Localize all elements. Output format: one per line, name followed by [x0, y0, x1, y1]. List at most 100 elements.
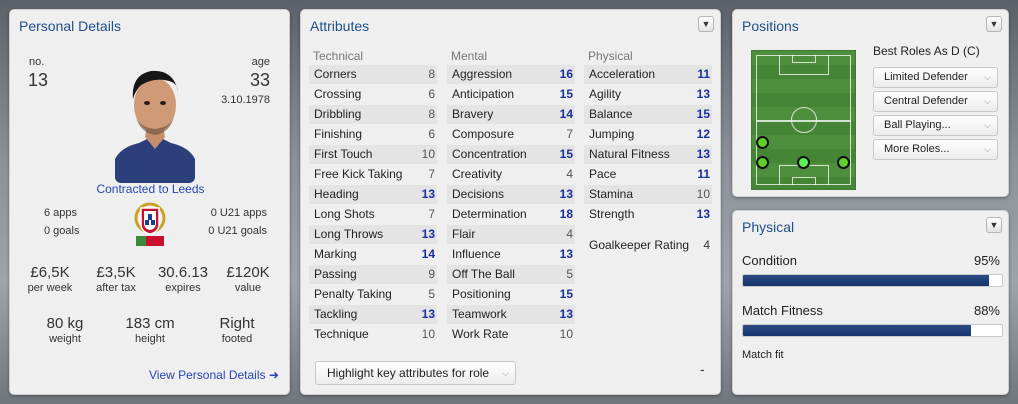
positions-menu-button[interactable]: ▼ — [986, 16, 1002, 32]
apps-count: 6 apps — [44, 207, 78, 219]
attribute-row[interactable]: Long Shots 7 — [309, 205, 437, 224]
attribute-row[interactable]: Concentration 15 — [447, 145, 575, 164]
attribute-name: Determination — [452, 207, 527, 221]
condition-percent: 95% — [973, 253, 1000, 268]
attribute-value: 18 — [559, 207, 573, 221]
role-limited-defender-button[interactable]: Limited Defender ⌵ — [873, 67, 998, 88]
attributes-menu-button[interactable]: ▼ — [698, 16, 714, 32]
attribute-name: Teamwork — [452, 307, 507, 321]
attribute-value: 4 — [566, 227, 573, 241]
attribute-name: Concentration — [452, 147, 527, 161]
attribute-value: 6 — [428, 87, 435, 101]
attribute-row[interactable]: Composure 7 — [447, 125, 575, 144]
attribute-row[interactable]: Creativity 4 — [447, 165, 575, 184]
attribute-row[interactable]: Influence 13 — [447, 245, 575, 264]
after-tax-value: £3,5K — [96, 264, 136, 281]
view-personal-details-link[interactable]: View Personal Details ➜ — [149, 368, 279, 382]
attribute-name: Bravery — [452, 107, 494, 121]
attribute-row[interactable]: Teamwork 13 — [447, 305, 575, 324]
attribute-row[interactable]: Strength 13 — [584, 205, 712, 224]
attribute-row[interactable]: Stamina 10 — [584, 185, 712, 204]
attribute-value: 13 — [421, 227, 435, 241]
attribute-name: Finishing — [314, 127, 363, 141]
attribute-row[interactable]: Passing 9 — [309, 265, 437, 284]
attribute-row[interactable]: Aggression 16 — [447, 65, 575, 84]
attribute-row[interactable]: Flair 4 — [447, 225, 575, 244]
physical-header: Physical — [588, 49, 633, 63]
attribute-name: Agility — [589, 87, 622, 101]
role-ball-playing-button[interactable]: Ball Playing... ⌵ — [873, 115, 998, 136]
attribute-name: Balance — [589, 107, 633, 121]
role-central-defender-button[interactable]: Central Defender ⌵ — [873, 91, 998, 112]
attribute-row[interactable]: Positioning 15 — [447, 285, 575, 304]
footed-value: Right — [219, 315, 255, 332]
attribute-name: Jumping — [589, 127, 635, 141]
attribute-value: 15 — [559, 87, 573, 101]
attribute-row[interactable]: Bravery 14 — [447, 105, 575, 124]
attribute-value: 5 — [428, 287, 435, 301]
attribute-row[interactable]: Off The Ball 5 — [447, 265, 575, 284]
attribute-value: 6 — [428, 127, 435, 141]
attribute-row[interactable]: Decisions 13 — [447, 185, 575, 204]
attribute-row[interactable]: Free Kick Taking 7 — [309, 165, 437, 184]
attribute-row[interactable]: Pace 11 — [584, 165, 712, 184]
attribute-value: 14 — [559, 107, 573, 121]
attribute-row[interactable]: Determination 18 — [447, 205, 575, 224]
height-label: height — [135, 333, 165, 345]
attribute-value: 13 — [559, 187, 573, 201]
attribute-row[interactable]: Natural Fitness 13 — [584, 145, 712, 164]
squad-number-label: no. — [29, 56, 45, 68]
attribute-row[interactable]: Tackling 13 — [309, 305, 437, 324]
attribute-name: Dribbling — [314, 107, 362, 121]
attribute-name: Corners — [314, 67, 357, 81]
attribute-row[interactable]: Acceleration 11 — [584, 65, 712, 84]
attribute-name: Anticipation — [452, 87, 515, 101]
attribute-row[interactable]: Marking 14 — [309, 245, 437, 264]
attribute-value: 7 — [428, 207, 435, 221]
attribute-value: 11 — [697, 167, 710, 181]
attribute-name: Goalkeeper Rating — [589, 238, 690, 252]
attribute-name: Crossing — [314, 87, 362, 101]
attribute-name: Long Shots — [314, 207, 375, 221]
condition-bar — [742, 274, 1003, 287]
wage-value: £6,5K — [30, 264, 70, 281]
attribute-value: 8 — [428, 107, 435, 121]
attribute-value: 12 — [696, 127, 710, 141]
attribute-name: First Touch — [314, 147, 373, 161]
attribute-row[interactable]: Dribbling 8 — [309, 105, 437, 124]
position-pitch[interactable] — [751, 50, 856, 190]
goals-count: 0 goals — [44, 225, 80, 237]
attribute-row[interactable]: First Touch 10 — [309, 145, 437, 164]
attribute-value: 4 — [566, 167, 573, 181]
attribute-value: 8 — [428, 67, 435, 81]
attribute-row[interactable]: Jumping 12 — [584, 125, 712, 144]
attribute-row[interactable]: Long Throws 13 — [309, 225, 437, 244]
attribute-name: Positioning — [452, 287, 511, 301]
attribute-row[interactable]: Heading 13 — [309, 185, 437, 204]
attribute-row[interactable]: Crossing 6 — [309, 85, 437, 104]
role-label: More Roles... — [884, 143, 950, 155]
highlight-key-attributes-label: Highlight key attributes for role — [327, 366, 490, 380]
player-photo — [115, 70, 195, 183]
physical-menu-button[interactable]: ▼ — [986, 217, 1002, 233]
attribute-row[interactable]: Work Rate 10 — [447, 325, 575, 344]
attribute-row[interactable]: Balance 15 — [584, 105, 712, 124]
attribute-row[interactable]: Agility 13 — [584, 85, 712, 104]
more-roles-button[interactable]: More Roles... ⌵ — [873, 139, 998, 160]
attribute-row[interactable]: Corners 8 — [309, 65, 437, 84]
attribute-row[interactable]: Anticipation 15 — [447, 85, 575, 104]
portugal-flag-icon — [134, 202, 166, 246]
fitness-status: Match fit — [742, 349, 784, 361]
attribute-row[interactable]: Finishing 6 — [309, 125, 437, 144]
attribute-name: Tackling — [314, 307, 358, 321]
highlight-key-attributes-dropdown[interactable]: Highlight key attributes for role ⌵ — [315, 361, 516, 385]
chevron-down-icon: ⌵ — [984, 72, 991, 82]
technical-header: Technical — [313, 49, 364, 63]
best-roles-title: Best Roles As D (C) — [873, 44, 980, 58]
attribute-value: 10 — [559, 327, 573, 341]
attribute-row[interactable]: Penalty Taking 5 — [309, 285, 437, 304]
contract-status[interactable]: Contracted to Leeds — [10, 182, 289, 196]
attribute-name: Long Throws — [314, 227, 384, 241]
date-of-birth: 3.10.1978 — [221, 94, 270, 106]
attribute-row[interactable]: Technique 10 — [309, 325, 437, 344]
